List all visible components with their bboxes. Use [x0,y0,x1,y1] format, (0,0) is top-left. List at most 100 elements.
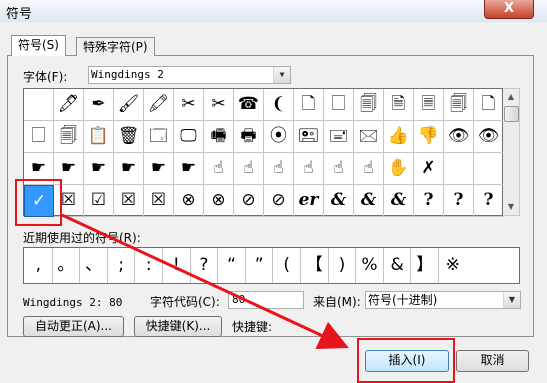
from-select[interactable]: 符号(十进制) ▼ [365,291,521,309]
symbol-cell[interactable]: ☝ [234,153,264,185]
symbol-cell[interactable]: 🖍 [144,89,174,121]
symbol-cell[interactable]: ☒ [144,185,174,217]
tab-special-characters[interactable]: 特殊字符(P) [76,37,155,56]
char-code-input[interactable]: 80 [228,291,304,309]
symbol-cell[interactable]: & [354,185,384,217]
symbol-cell[interactable]: & [324,185,354,217]
cancel-button[interactable]: 取消 [456,350,529,372]
symbol-grid-scrollbar[interactable]: ▲ ▼ [503,88,520,216]
symbol-cell[interactable]: ⊗ [204,185,234,217]
symbol-cell[interactable]: ☛ [24,153,54,185]
symbol-cell-selected[interactable]: ✓ [24,185,54,217]
symbol-cell[interactable]: 🗐 [444,89,474,121]
symbol-cell[interactable]: ⊘ [264,185,294,217]
symbol-cell[interactable]: ? [414,185,444,217]
symbol-cell[interactable]: ☝ [354,153,384,185]
recent-symbol-cell[interactable]: “ [218,248,246,283]
scroll-up-icon[interactable]: ▲ [503,89,519,105]
symbol-cell[interactable]: ? [444,185,474,217]
recent-symbol-cell[interactable]: ! [163,248,191,283]
from-label: 来自(M): [313,295,361,309]
symbol-cell[interactable]: ☛ [144,153,174,185]
font-select-value: Wingdings 2 [91,68,164,81]
symbol-cell[interactable]: ? [474,185,504,217]
symbol-cell[interactable]: ☝ [294,153,324,185]
recent-symbol-cell[interactable]: : [135,248,163,283]
insert-button[interactable]: 插入(I) [365,350,449,372]
symbol-cell[interactable]: 🖌 [114,89,144,121]
symbol-cell[interactable]: 🖊 [54,89,84,121]
symbol-cell[interactable]: 👎 [414,121,444,153]
symbol-cell[interactable]: ✒ [84,89,114,121]
symbol-cell[interactable]: 🗔 [144,121,174,153]
recent-symbol-cell[interactable]: % [356,248,384,283]
symbol-cell[interactable]: 🗐 [354,89,384,121]
symbol-cell[interactable]: & [384,185,414,217]
symbol-cell[interactable]: ☝ [204,153,234,185]
recent-symbol-cell[interactable]: ? [191,248,219,283]
recent-symbol-cell[interactable]: , [25,248,53,283]
symbol-cell[interactable]: 🗐 [54,121,84,153]
recent-symbol-cell[interactable]: ( [273,248,301,283]
symbol-cell[interactable]: 📋 [84,121,114,153]
symbol-cell[interactable]: 🖭 [294,121,324,153]
symbol-cell[interactable]: 🖂 [354,121,384,153]
symbol-cell[interactable]: ☒ [114,185,144,217]
symbol-cell[interactable]: ☎ [234,89,264,121]
recent-symbol-cell[interactable]: 、 [80,248,108,283]
symbol-cell[interactable]: ☑ [84,185,114,217]
recent-symbol-cell[interactable]: ” [246,248,274,283]
symbol-cell[interactable]: 🗎 [384,89,414,121]
symbol-cell[interactable]: ☝ [264,153,294,185]
symbol-cell[interactable] [444,153,474,185]
tab-symbols[interactable]: 符号(S) [11,35,66,56]
font-select[interactable]: Wingdings 2 ▼ [88,66,291,84]
symbol-cell[interactable]: 👁 [474,121,504,153]
symbol-cell[interactable]: 🖷 [204,121,234,153]
recent-symbol-cell[interactable]: ) [329,248,357,283]
recent-symbol-cell[interactable]: ※ [439,248,467,283]
symbol-cell[interactable]: ☛ [114,153,144,185]
symbol-cell[interactable]: ✋ [384,153,414,185]
symbol-cell[interactable]: ☛ [54,153,84,185]
recent-label: 近期使用过的符号(R): [23,231,141,245]
scroll-down-icon[interactable]: ▼ [503,199,519,215]
recent-symbol-cell[interactable]: 。 [53,248,81,283]
symbol-cell[interactable]: 🗑 [114,121,144,153]
recent-symbol-cell[interactable]: ; [108,248,136,283]
recent-symbol-cell[interactable]: & [384,248,412,283]
recent-symbol-cell[interactable]: 】 [411,248,439,283]
symbol-cell[interactable]: ❨ [264,89,294,121]
symbol-cell[interactable]: ⊗ [174,185,204,217]
symbol-cell[interactable]: ☒ [54,185,84,217]
symbol-cell[interactable]: er [294,185,324,217]
shortcut-key-button[interactable]: 快捷键(K)... [134,316,222,337]
symbol-cell[interactable]: ⦿ [264,121,294,153]
scroll-thumb[interactable] [504,106,519,122]
symbol-cell[interactable]: ✂ [174,89,204,121]
symbol-cell[interactable] [24,89,54,121]
close-button[interactable]: X [484,0,534,19]
symbol-cell[interactable]: 🗌 [324,89,354,121]
symbol-cell[interactable] [474,153,504,185]
symbol-cell[interactable]: 👁 [444,121,474,153]
symbol-cell[interactable]: 🗋 [294,89,324,121]
symbol-cell[interactable]: 👍 [384,121,414,153]
symbol-cell[interactable]: 🖶 [234,121,264,153]
symbol-cell[interactable]: 🗌 [24,121,54,153]
symbol-cell[interactable]: ☛ [84,153,114,185]
symbol-cell[interactable]: ✂ [204,89,234,121]
recent-symbol-cell[interactable]: 【 [301,248,329,283]
symbol-cell[interactable]: ☛ [174,153,204,185]
symbol-cell[interactable]: ✗ [414,153,444,185]
symbol-cell[interactable]: 🖃 [324,121,354,153]
symbol-cell[interactable]: ⊘ [234,185,264,217]
shortcut-label: 快捷键: [232,320,273,334]
symbol-cell[interactable]: 🗏 [414,89,444,121]
autocorrect-button[interactable]: 自动更正(A)... [23,316,124,337]
symbol-cell[interactable]: 🖵 [174,121,204,153]
recent-symbols: ,。、;:!? “”(【)% &】 ※ [23,247,520,284]
symbol-cell[interactable]: ☝ [324,153,354,185]
symbol-cell[interactable]: 🗋 [474,89,504,121]
tab-special-label: 特殊字符(P) [83,40,148,54]
